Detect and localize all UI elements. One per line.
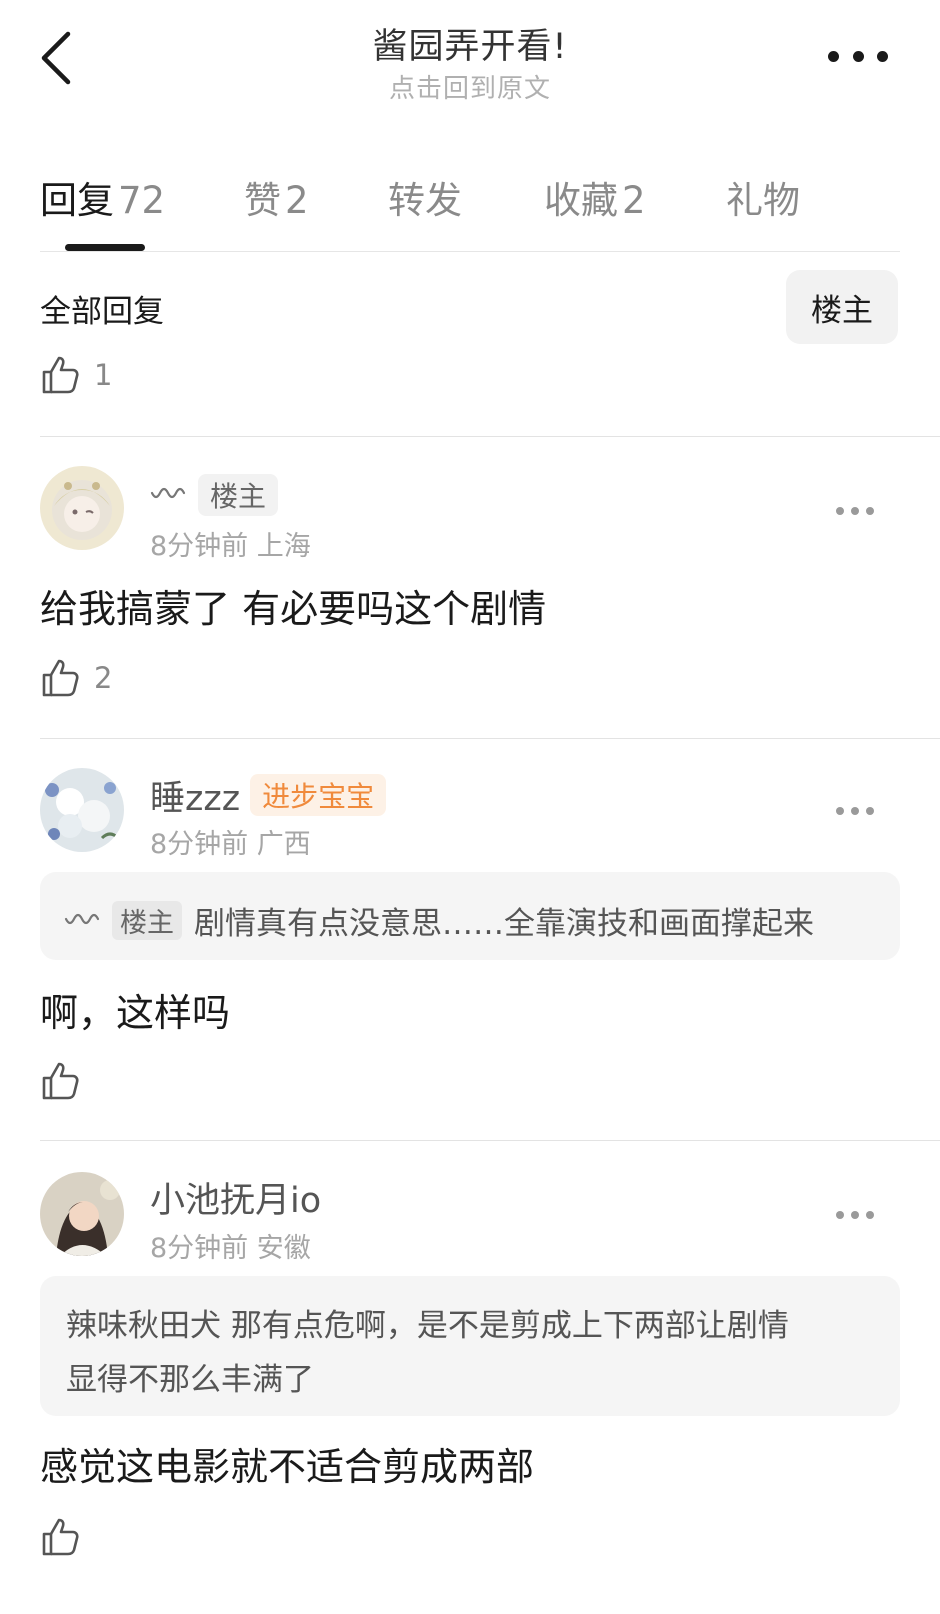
comment-like-button[interactable] <box>40 1514 80 1560</box>
owner-badge: 楼主 <box>198 474 279 516</box>
wave-icon <box>64 913 100 924</box>
tab-gifts[interactable]: 礼物 <box>726 170 800 224</box>
tab-favorites[interactable]: 收藏 2 <box>544 170 646 224</box>
more-dots-icon[interactable] <box>836 506 874 516</box>
quoted-owner-badge: 楼主 <box>112 901 182 940</box>
comment-author-row: 小池抚月io <box>150 1172 321 1223</box>
comment-meta: 8分钟前 广西 <box>150 829 311 860</box>
comment-author-row: 楼主 <box>150 472 279 518</box>
all-replies-label: 全部回复 <box>40 294 164 330</box>
quoted-text-line2: 显得不那么丰满了 <box>66 1362 314 1398</box>
wave-icon <box>150 487 186 499</box>
tab-bar: 回复 72 赞2 转发 收藏 2 礼物 <box>40 160 900 252</box>
thumbs-up-icon <box>42 659 79 697</box>
more-dots-icon[interactable] <box>836 1210 874 1220</box>
post-like-count: 1 <box>94 358 113 392</box>
post-title[interactable]: 酱园弄开看! <box>0 18 940 69</box>
divider <box>40 436 940 437</box>
more-icon[interactable] <box>828 44 888 68</box>
quoted-text-line1: 那有点危啊，是不是剪成上下两部让剧情 <box>230 1308 789 1344</box>
username[interactable]: 睡zzz <box>150 770 240 821</box>
comment-meta: 8分钟前 上海 <box>150 531 311 562</box>
comment-content: 感觉这电影就不适合剪成两部 <box>40 1445 535 1489</box>
tab-reposts[interactable]: 转发 <box>388 170 462 224</box>
comment-like-button[interactable] <box>40 1058 80 1104</box>
top-bar: 酱园弄开看! 点击回到原文 <box>0 0 940 120</box>
owner-only-button[interactable]: 楼主 <box>786 270 898 344</box>
comment-like-count: 2 <box>94 661 113 695</box>
divider <box>40 1140 940 1141</box>
divider <box>40 738 940 739</box>
avatar[interactable] <box>40 768 124 852</box>
quoted-reply[interactable]: 楼主 剧情真有点没意思……全靠演技和画面撑起来 <box>40 872 900 960</box>
active-tab-indicator <box>65 244 145 251</box>
avatar[interactable] <box>40 1172 124 1256</box>
comment-content: 啊，这样吗 <box>40 991 231 1035</box>
avatar[interactable] <box>40 466 124 550</box>
username[interactable]: 小池抚月io <box>150 1172 321 1223</box>
comment-author-row: 睡zzz 进步宝宝 <box>150 770 387 821</box>
comment-like-button[interactable]: 2 <box>40 655 112 701</box>
comment-content: 给我搞蒙了 有必要吗这个剧情 <box>40 587 547 631</box>
thumbs-up-icon <box>42 1062 79 1100</box>
tab-likes[interactable]: 赞2 <box>244 170 309 224</box>
tab-replies[interactable]: 回复 72 <box>40 170 165 224</box>
quoted-username[interactable]: 辣味秋田犬 <box>66 1308 221 1344</box>
quoted-reply[interactable]: 辣味秋田犬 那有点危啊，是不是剪成上下两部让剧情 显得不那么丰满了 <box>40 1276 900 1416</box>
post-like-button[interactable]: 1 <box>40 352 112 398</box>
more-dots-icon[interactable] <box>836 806 874 816</box>
level-badge: 进步宝宝 <box>250 774 387 816</box>
quoted-text: 剧情真有点没意思……全靠演技和画面撑起来 <box>194 906 814 942</box>
back-to-original-link[interactable]: 点击回到原文 <box>0 68 940 105</box>
thumbs-up-icon <box>42 1518 79 1556</box>
comment-meta: 8分钟前 安徽 <box>150 1233 311 1264</box>
thumbs-up-icon <box>42 356 79 394</box>
